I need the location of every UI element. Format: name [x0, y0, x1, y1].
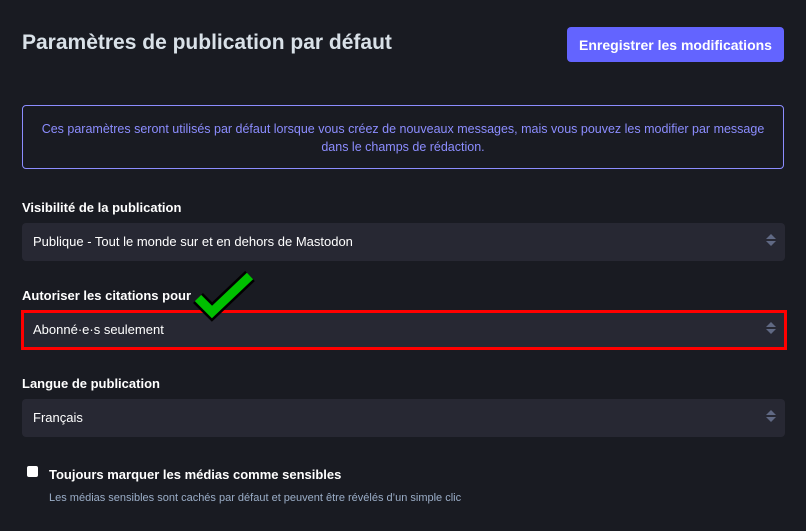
quotes-label: Autoriser les citations pour: [22, 288, 192, 303]
info-notice: Ces paramètres seront utilisés par défau…: [22, 105, 784, 169]
sensitive-checkbox[interactable]: [27, 466, 38, 477]
highlight-box: [21, 310, 787, 350]
select-arrows-icon: [766, 410, 776, 426]
language-value: Français: [33, 410, 83, 425]
visibility-select[interactable]: Publique - Tout le monde sur et en dehor…: [22, 223, 785, 261]
sensitive-hint: Les médias sensibles sont cachés par déf…: [49, 492, 462, 504]
checkmark-icon: [193, 270, 255, 322]
sensitive-label[interactable]: Toujours marquer les médias comme sensib…: [49, 467, 341, 482]
page-title: Paramètres de publication par défaut: [22, 31, 392, 54]
language-select[interactable]: Français: [22, 399, 785, 437]
visibility-label: Visibilité de la publication: [22, 200, 182, 215]
select-arrows-icon: [766, 234, 776, 250]
visibility-value: Publique - Tout le monde sur et en dehor…: [33, 234, 353, 249]
language-label: Langue de publication: [22, 376, 160, 391]
save-button[interactable]: Enregistrer les modifications: [567, 27, 784, 62]
